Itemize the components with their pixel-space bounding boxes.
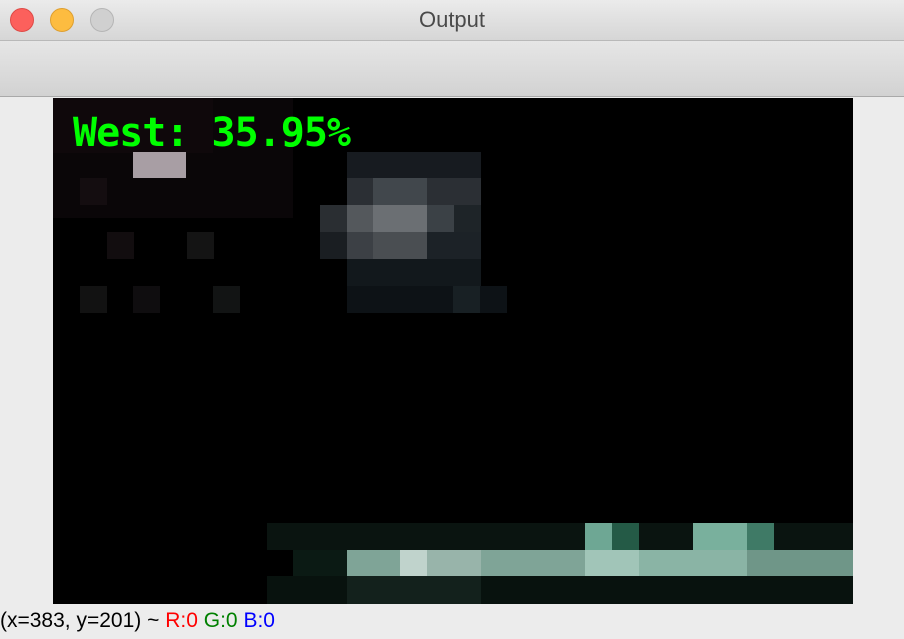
window-title: Output	[418, 7, 486, 32]
output-window: Output West: 35.95% (x=383, y=201) ~ R:0…	[0, 0, 904, 639]
status-green-value: G:0	[203, 609, 238, 632]
pixelated-image	[53, 98, 853, 604]
status-blue-value: B:0	[243, 609, 275, 632]
toolbar	[0, 41, 904, 97]
image-canvas[interactable]: West: 35.95%	[53, 98, 853, 604]
status-coordinates: (x=383, y=201) ~	[0, 609, 160, 632]
title-bar[interactable]: Output	[0, 0, 904, 41]
overlay-label: West: 35.95%	[73, 110, 351, 156]
status-bar: (x=383, y=201) ~ R:0 G:0 B:0	[0, 607, 904, 635]
status-red-value: R:0	[165, 609, 198, 632]
